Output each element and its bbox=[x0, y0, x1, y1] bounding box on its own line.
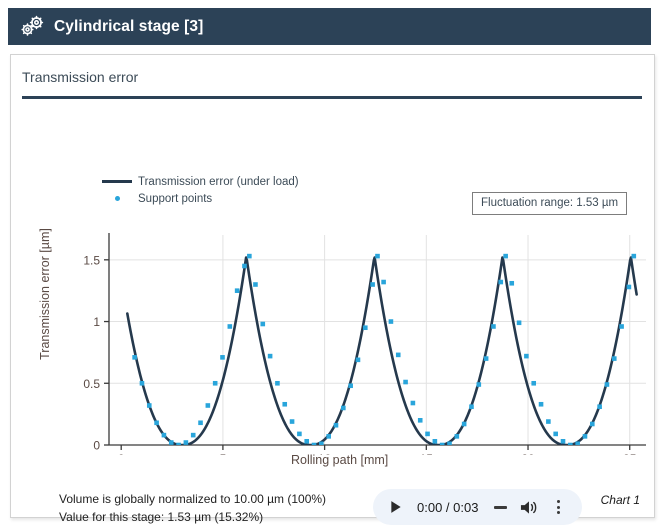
normalization-note-line2: Value for this stage: 1.53 µm (15.32%) bbox=[59, 508, 326, 526]
y-axis-label: Transmission error [µm] bbox=[38, 204, 52, 384]
gears-icon bbox=[18, 15, 46, 39]
svg-text:0: 0 bbox=[118, 452, 125, 455]
svg-text:5: 5 bbox=[220, 452, 227, 455]
svg-text:10: 10 bbox=[318, 452, 332, 455]
card-title: Transmission error bbox=[22, 69, 138, 85]
window-title: Cylindrical stage [3] bbox=[54, 19, 203, 35]
transmission-error-plot: 0 0.5 1 1.5 0 5 10 15 20 25 bbox=[11, 55, 656, 455]
more-options-icon[interactable] bbox=[550, 498, 566, 516]
chart-card: Transmission error Transmission error (u… bbox=[10, 54, 655, 518]
svg-text:0.5: 0.5 bbox=[83, 377, 100, 391]
legend-item-support-points: Support points bbox=[96, 190, 299, 207]
x-axis-label: Rolling path [mm] bbox=[291, 453, 388, 467]
chart-caption: Chart 1 bbox=[601, 493, 640, 507]
svg-text:25: 25 bbox=[623, 452, 637, 455]
svg-text:15: 15 bbox=[420, 452, 434, 455]
chart-legend: Transmission error (under load) Support … bbox=[96, 173, 299, 207]
volume-icon[interactable] bbox=[518, 498, 538, 516]
svg-text:1.5: 1.5 bbox=[83, 253, 100, 267]
normalization-notes: Volume is globally normalized to 10.00 µ… bbox=[59, 490, 326, 526]
svg-text:20: 20 bbox=[521, 452, 535, 455]
legend-item-label: Support points bbox=[138, 193, 212, 205]
card-title-divider bbox=[22, 96, 642, 99]
app-root: Cylindrical stage [3] Transmission error… bbox=[0, 0, 661, 530]
fluctuation-range-annotation: Fluctuation range: 1.53 µm bbox=[472, 192, 627, 215]
minus-icon[interactable] bbox=[494, 506, 507, 509]
legend-item-label: Transmission error (under load) bbox=[138, 176, 299, 188]
legend-item-transmission-error: Transmission error (under load) bbox=[96, 173, 299, 190]
play-icon[interactable] bbox=[387, 498, 405, 516]
svg-text:0: 0 bbox=[93, 439, 100, 453]
legend-dot-swatch bbox=[96, 196, 138, 201]
normalization-note-line1: Volume is globally normalized to 10.00 µ… bbox=[59, 490, 326, 508]
legend-line-swatch bbox=[96, 180, 138, 183]
plot-area: 0 0.5 1 1.5 0 5 10 15 20 25 Transmission error [µ… bbox=[11, 55, 656, 519]
window-titlebar: Cylindrical stage [3] bbox=[8, 8, 651, 45]
audio-player[interactable]: 0:00 / 0:03 bbox=[373, 489, 582, 525]
svg-text:1: 1 bbox=[93, 315, 100, 329]
player-time-display: 0:00 / 0:03 bbox=[417, 500, 478, 515]
